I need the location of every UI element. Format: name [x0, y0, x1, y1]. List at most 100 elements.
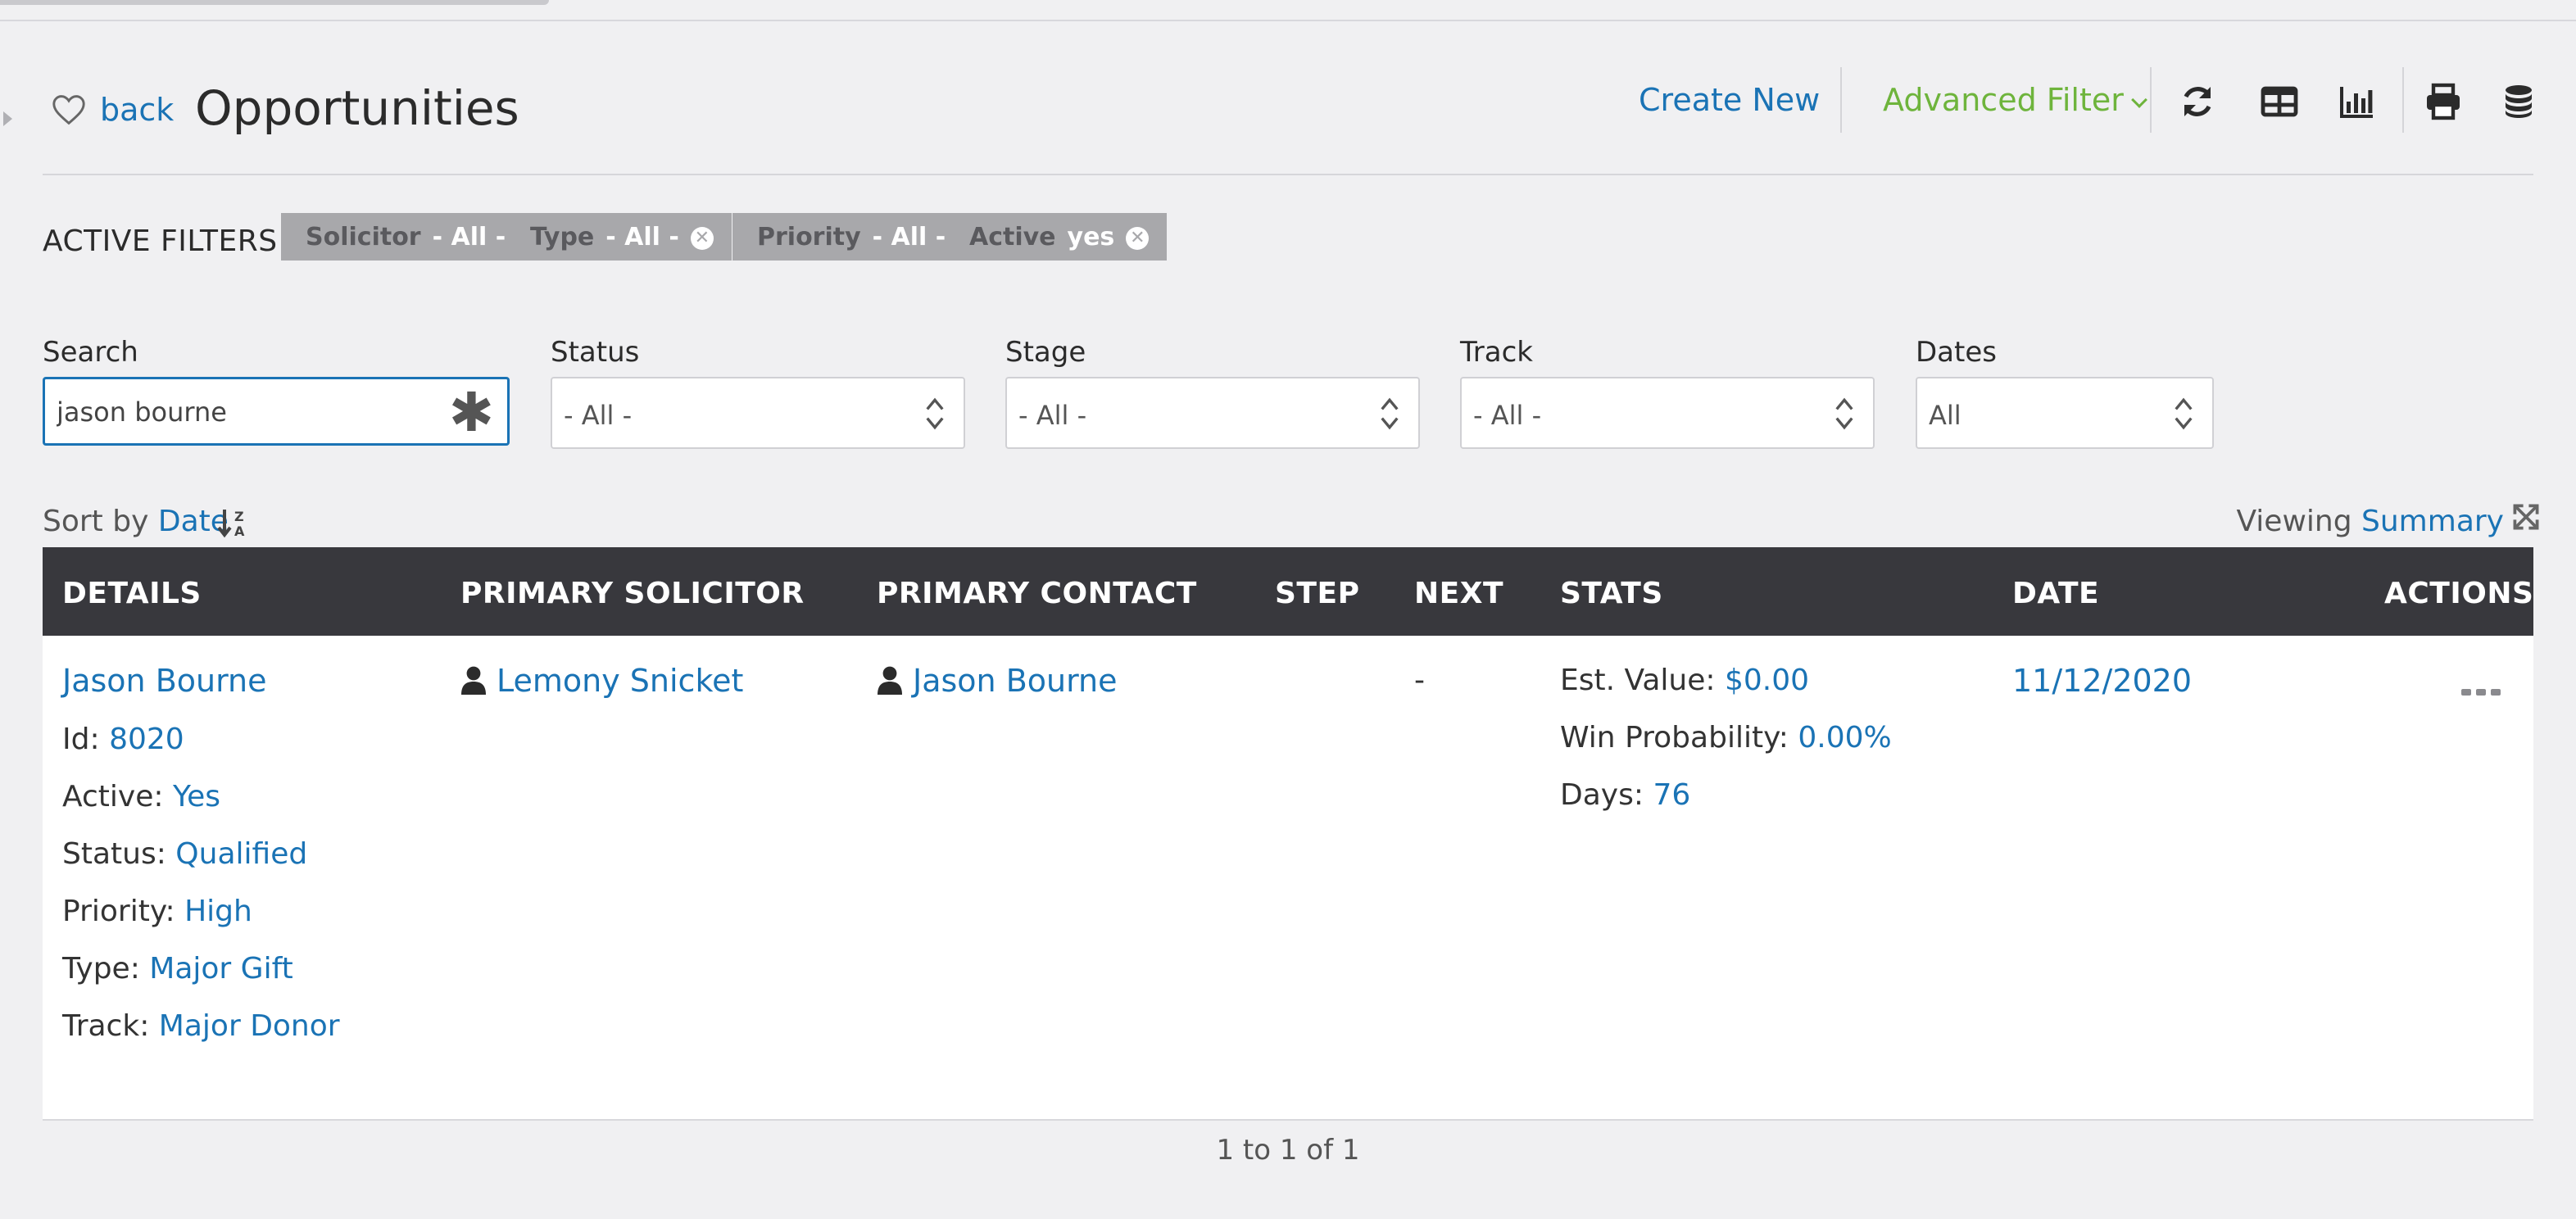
filter-chip-active[interactable]: Active yes ✕ — [945, 213, 1168, 261]
advanced-filter-label: Advanced Filter — [1883, 82, 2124, 118]
select-arrows-icon — [1835, 397, 1853, 430]
column-header-next[interactable]: NEXT — [1414, 577, 1503, 610]
column-header-stats[interactable]: STATS — [1560, 577, 1663, 610]
chip-label: Priority — [757, 223, 861, 252]
date-link[interactable]: 11/12/2020 — [2012, 663, 2192, 699]
chip-label: Type — [530, 223, 595, 252]
column-header-date[interactable]: DATE — [2012, 577, 2099, 610]
heart-icon[interactable] — [51, 93, 87, 126]
track-value: - All - — [1473, 400, 1542, 431]
active-filters-label: ACTIVE FILTERS — [43, 224, 278, 258]
detail-label: Priority: — [62, 895, 175, 928]
toolbar-divider — [2150, 67, 2152, 133]
chip-label: Active — [969, 223, 1056, 252]
stats-cell: Est. Value: $0.00 Win Probability: 0.00%… — [1560, 652, 1892, 824]
print-icon[interactable] — [2424, 82, 2463, 121]
stage-value: - All - — [1018, 400, 1087, 431]
toolbar-divider — [1840, 67, 1842, 133]
expand-icon[interactable] — [2512, 503, 2540, 531]
table-row: Jason Bourne Id: 8020 Active: Yes Status… — [43, 636, 2533, 1121]
chevron-down-icon — [2130, 92, 2147, 108]
top-tab-edge — [0, 0, 549, 5]
details-cell: Jason Bourne Id: 8020 Active: Yes Status… — [62, 652, 340, 1055]
status-select[interactable]: - All - — [551, 377, 965, 449]
sidebar-toggle-arrow[interactable] — [3, 111, 12, 126]
filter-chip-type[interactable]: Type - All - ✕ — [506, 213, 732, 261]
detail-active: Active: Yes — [62, 768, 340, 826]
remove-filter-icon[interactable]: ✕ — [1126, 227, 1150, 250]
column-header-details[interactable]: DETAILS — [62, 577, 202, 610]
chip-value: - All - — [872, 223, 946, 252]
dates-select[interactable]: All — [1916, 377, 2214, 449]
stat-value: 0.00% — [1798, 721, 1892, 755]
track-select[interactable]: - All - — [1460, 377, 1875, 449]
svg-text:Z: Z — [234, 509, 244, 524]
sort-by-control: Sort by Date — [43, 505, 229, 538]
stat-label: Est. Value: — [1560, 664, 1716, 697]
stat-value: $0.00 — [1724, 664, 1810, 697]
table-icon[interactable] — [2260, 82, 2299, 121]
detail-label: Active: — [62, 780, 164, 813]
detail-value[interactable]: Major Gift — [149, 952, 293, 986]
column-header-primary-solicitor[interactable]: PRIMARY SOLICITOR — [460, 577, 805, 610]
date-cell: 11/12/2020 — [2012, 652, 2192, 711]
column-header-primary-contact[interactable]: PRIMARY CONTACT — [877, 577, 1197, 610]
detail-value[interactable]: High — [184, 895, 252, 928]
stage-select[interactable]: - All - — [1005, 377, 1420, 449]
svg-text:A: A — [234, 523, 245, 539]
advanced-filter-dropdown[interactable]: Advanced Filter — [1883, 82, 2147, 118]
next-cell: - — [1414, 664, 1425, 697]
track-label: Track — [1460, 336, 1533, 369]
sort-icon[interactable]: Z A — [216, 506, 249, 539]
database-icon[interactable] — [2499, 82, 2538, 121]
stat-label: Days: — [1560, 778, 1644, 812]
stat-value: 76 — [1653, 778, 1691, 812]
filter-chip-solicitor[interactable]: Solicitor - All - — [281, 213, 524, 261]
top-divider — [0, 20, 2576, 21]
viewing-mode-link[interactable]: Summary — [2361, 505, 2504, 538]
dates-value: All — [1929, 400, 1961, 431]
detail-label: Status: — [62, 837, 166, 871]
bar-chart-icon[interactable] — [2337, 82, 2376, 121]
asterisk-icon[interactable]: ✱ — [449, 386, 494, 440]
user-icon — [878, 666, 902, 695]
search-field[interactable]: ✱ — [43, 377, 510, 446]
create-new-link[interactable]: Create New — [1639, 82, 1820, 118]
select-arrows-icon — [2175, 397, 2193, 430]
search-label: Search — [43, 336, 138, 369]
remove-filter-icon[interactable]: ✕ — [690, 227, 714, 250]
detail-track: Track: Major Donor — [62, 998, 340, 1055]
detail-value[interactable]: Qualified — [175, 837, 307, 871]
select-arrows-icon — [1381, 397, 1399, 430]
page-header: back Opportunities Create New Advanced F… — [43, 67, 2533, 177]
detail-value[interactable]: Yes — [173, 780, 220, 813]
column-header-step[interactable]: STEP — [1275, 577, 1359, 610]
detail-value[interactable]: 8020 — [109, 723, 184, 756]
refresh-icon[interactable] — [2178, 82, 2217, 121]
pagination-summary: 1 to 1 of 1 — [1216, 1134, 1360, 1167]
search-input[interactable] — [57, 394, 442, 430]
opportunity-name-link[interactable]: Jason Bourne — [62, 663, 267, 699]
viewing-control: Viewing Summary — [2236, 505, 2504, 538]
detail-id: Id: 8020 — [62, 711, 340, 768]
more-icon[interactable] — [2461, 687, 2501, 698]
status-value: - All - — [564, 400, 633, 431]
status-label: Status — [551, 336, 640, 369]
toolbar-divider — [2402, 67, 2404, 133]
detail-value[interactable]: Major Donor — [159, 1009, 340, 1043]
stat-est-value: Est. Value: $0.00 — [1560, 652, 1892, 709]
column-header-actions: ACTIONS — [2384, 577, 2534, 610]
viewing-prefix: Viewing — [2236, 505, 2352, 538]
select-arrows-icon — [926, 397, 944, 430]
chip-label: Solicitor — [306, 223, 421, 252]
contact-link[interactable]: Jason Bourne — [913, 663, 1118, 699]
sort-by-prefix: Sort by — [43, 505, 149, 538]
back-link[interactable]: back — [100, 92, 174, 128]
solicitor-link[interactable]: Lemony Snicket — [497, 663, 743, 699]
header-divider — [43, 174, 2533, 175]
filter-chip-priority[interactable]: Priority - All - — [732, 213, 964, 261]
detail-priority: Priority: High — [62, 883, 340, 940]
detail-status: Status: Qualified — [62, 826, 340, 883]
stat-days: Days: 76 — [1560, 767, 1892, 824]
chip-value: - All - — [432, 223, 506, 252]
